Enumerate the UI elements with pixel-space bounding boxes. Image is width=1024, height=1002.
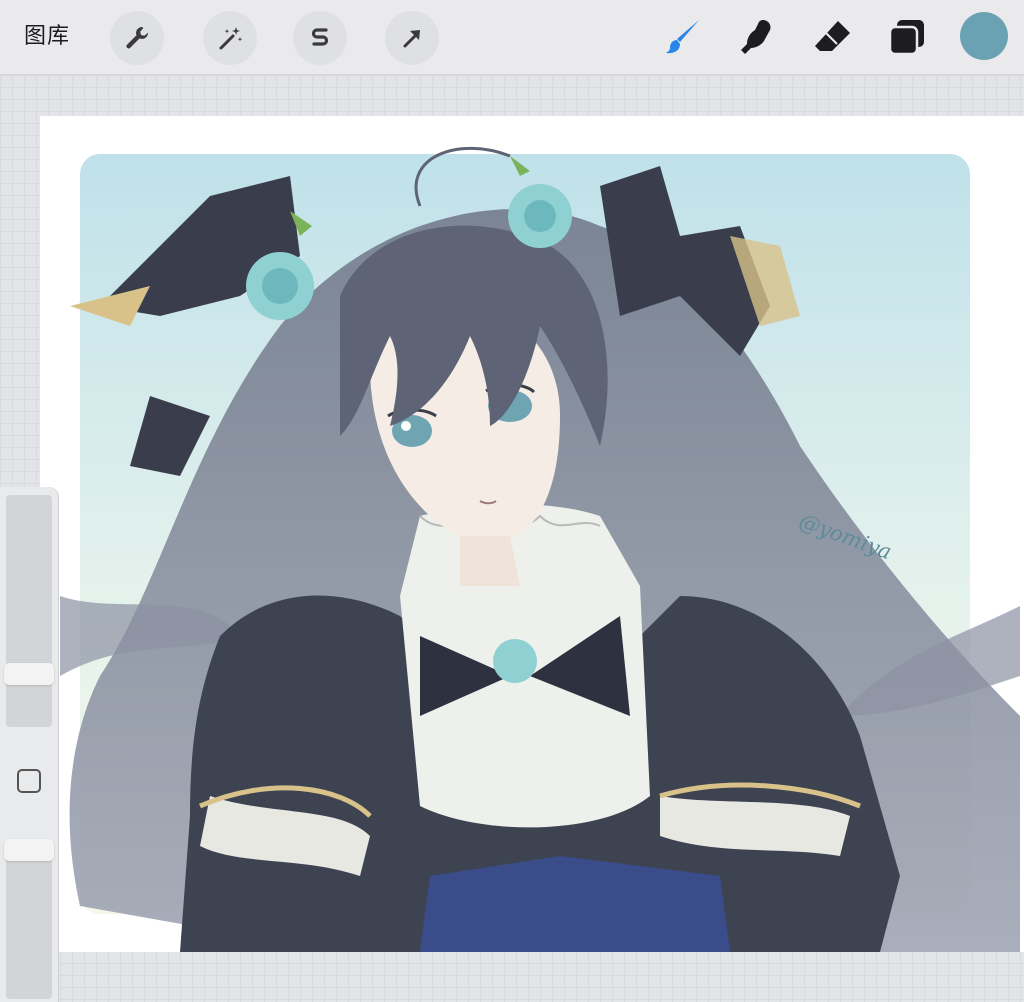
anime-girl-illustration — [60, 146, 1020, 952]
eraser-tool-button[interactable] — [810, 14, 856, 60]
brush-size-slider-thumb[interactable] — [4, 663, 54, 685]
smudge-tool-button[interactable] — [734, 14, 780, 60]
actions-button[interactable] — [110, 11, 164, 65]
selection-s-icon — [311, 28, 329, 46]
eraser-icon — [815, 21, 850, 51]
smudge-finger-icon — [741, 20, 771, 54]
color-picker-swatch[interactable] — [960, 12, 1008, 60]
brush-icon — [666, 20, 699, 54]
modify-square-button[interactable] — [17, 769, 41, 793]
opacity-slider-thumb[interactable] — [4, 839, 54, 861]
top-toolbar: 图库 — [0, 0, 1024, 75]
brush-size-slider[interactable] — [6, 495, 52, 727]
wrench-icon — [126, 27, 149, 49]
layers-button[interactable] — [884, 14, 930, 60]
magic-wand-icon — [219, 27, 243, 50]
artboard-illustration[interactable]: @yomiya — [40, 116, 1024, 952]
adjustments-button[interactable] — [203, 11, 257, 65]
selection-button[interactable] — [293, 11, 347, 65]
side-toolbar — [0, 487, 58, 1002]
transform-button[interactable] — [385, 11, 439, 65]
brush-tool-button[interactable] — [660, 14, 706, 60]
opacity-slider[interactable] — [6, 839, 52, 999]
layers-icon — [888, 20, 924, 56]
gallery-button[interactable]: 图库 — [24, 20, 70, 54]
transform-arrow-icon — [403, 30, 420, 48]
